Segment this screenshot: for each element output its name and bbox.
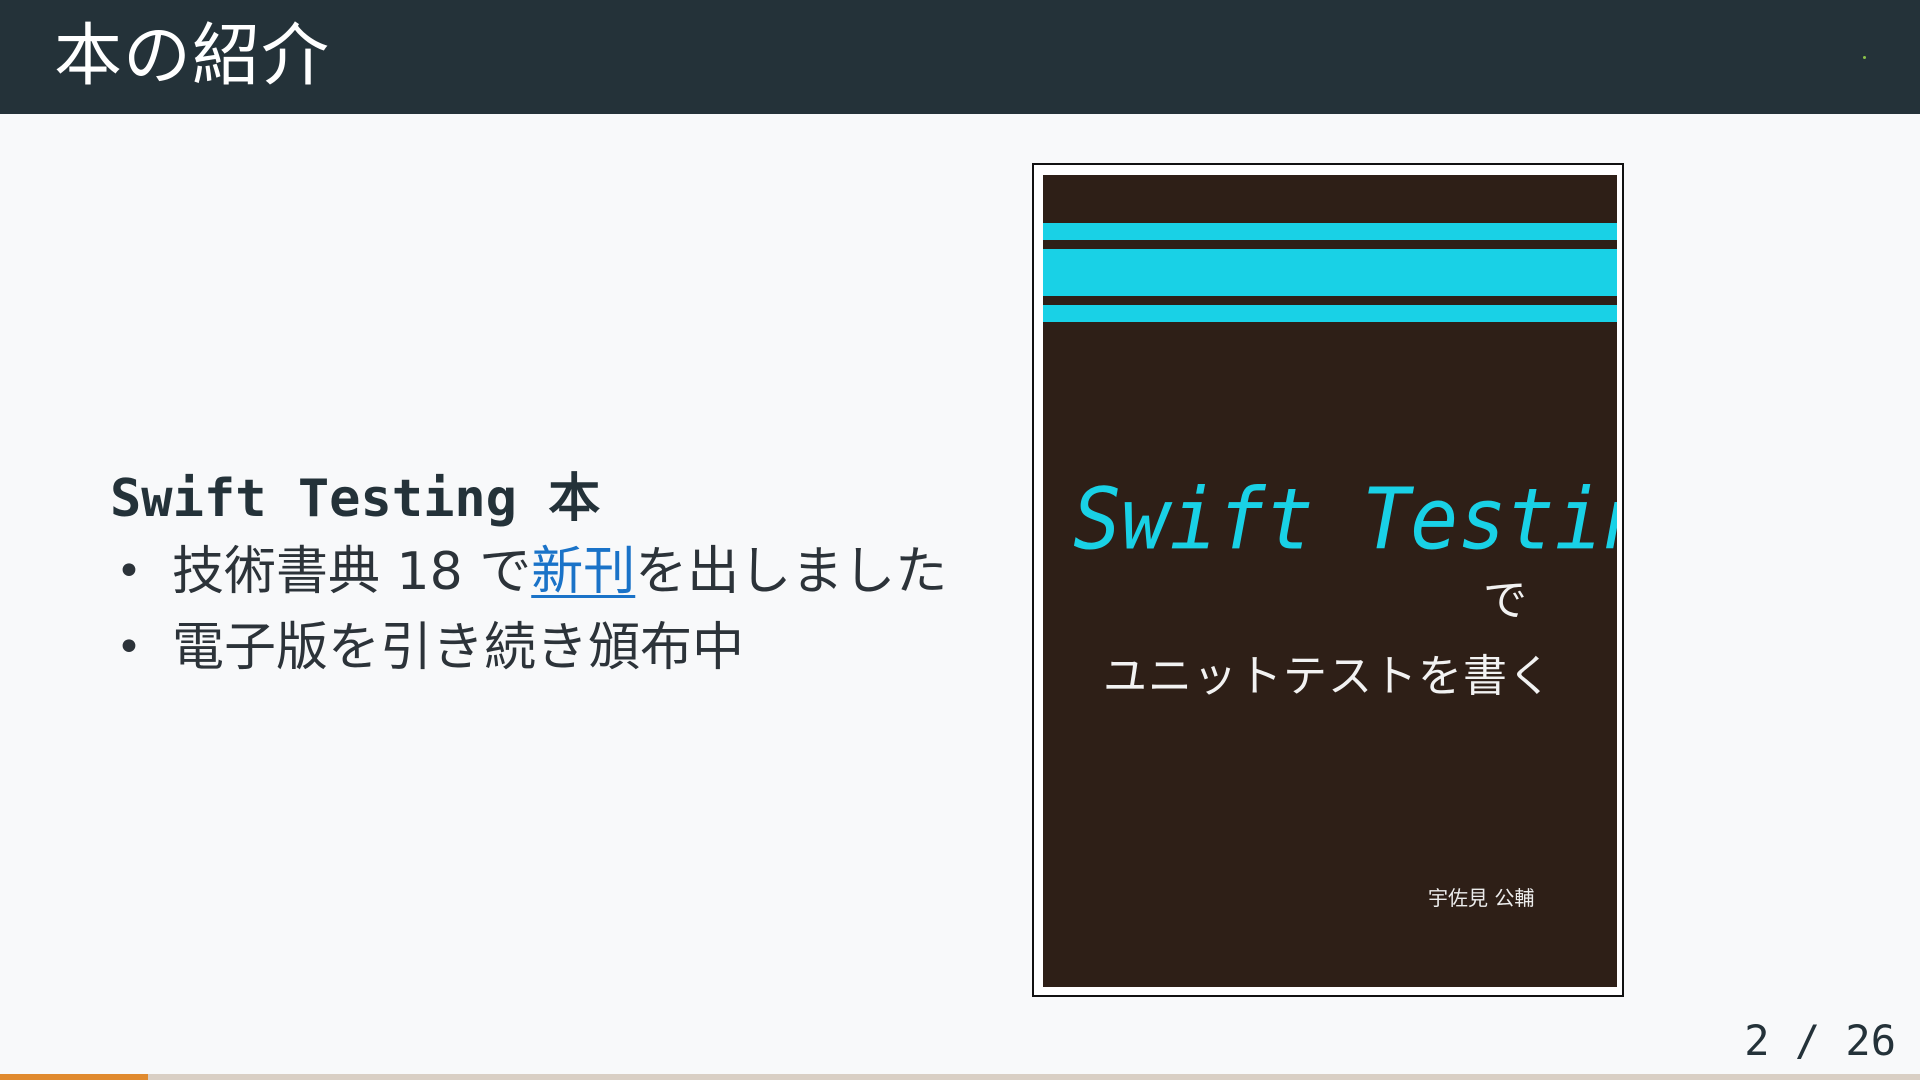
cover-subtitle: ユニットテストを書く bbox=[1103, 651, 1553, 702]
book-cover: Swift Testing で ユニットテストを書く 宇佐見 公輔 bbox=[1043, 175, 1617, 987]
bullet-dot-icon: • bbox=[116, 622, 142, 673]
slide-title: 本の紹介 bbox=[54, 17, 331, 96]
bullet-item: • 技術書典 18 で新刊を出しました bbox=[110, 534, 947, 610]
book-heading: Swift Testing 本 bbox=[110, 469, 601, 529]
cover-particle: で bbox=[1483, 575, 1527, 626]
bullet-item: • 電子版を引き続き頒布中 bbox=[110, 610, 947, 686]
slide-progress-bar bbox=[0, 1074, 1920, 1080]
new-release-link[interactable]: 新刊 bbox=[531, 542, 635, 602]
bullet-text-before: 技術書典 18 で bbox=[172, 542, 532, 602]
header-dot bbox=[1863, 56, 1866, 59]
slide-progress-fill bbox=[0, 1074, 148, 1080]
slide-header: 本の紹介 bbox=[0, 0, 1920, 114]
cover-stripe bbox=[1043, 223, 1617, 240]
cover-stripe bbox=[1043, 249, 1617, 296]
cover-author: 宇佐見 公輔 bbox=[1428, 886, 1535, 910]
bullet-list: • 技術書典 18 で新刊を出しました • 電子版を引き続き頒布中 bbox=[110, 534, 947, 686]
page-number: 2 / 26 bbox=[1744, 1016, 1896, 1065]
bullet-text-after: を出しました bbox=[635, 542, 948, 602]
bullet-text: 電子版を引き続き頒布中 bbox=[172, 618, 745, 678]
cover-stripe bbox=[1043, 305, 1617, 322]
bullet-dot-icon: • bbox=[116, 546, 142, 597]
slide-content: Swift Testing 本 • 技術書典 18 で新刊を出しました • 電子… bbox=[110, 464, 947, 686]
cover-title: Swift Testing bbox=[1073, 470, 1617, 569]
